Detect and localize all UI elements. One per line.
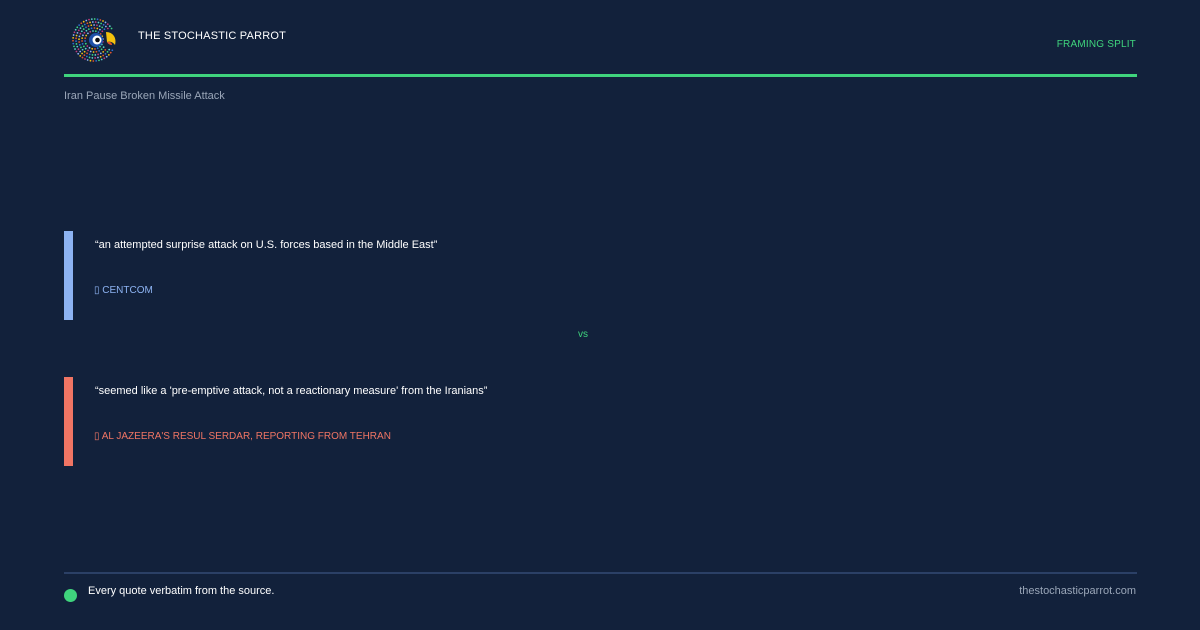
parrot-logo-icon — [70, 18, 118, 62]
quote-text: “seemed like a 'pre-emptive attack, not … — [95, 385, 488, 397]
site-url: thestochasticparrot.com — [1019, 585, 1136, 597]
framing-split-tag: FRAMING SPLIT — [1056, 39, 1136, 50]
status-dot-icon — [64, 589, 77, 602]
story-topic: Iran Pause Broken Missile Attack — [64, 90, 225, 102]
quote-text: “an attempted surprise attack on U.S. fo… — [95, 239, 438, 251]
quote-source: ▯ AL JAZEERA'S RESUL SERDAR, REPORTING F… — [94, 431, 391, 442]
quote-accent-bar — [64, 231, 73, 320]
quote-card-2: “seemed like a 'pre-emptive attack, not … — [64, 377, 1137, 466]
quote-source: ▯ CENTCOM — [94, 285, 153, 296]
brand-name: THE STOCHASTIC PARROT — [138, 30, 287, 42]
footer-note: Every quote verbatim from the source. — [88, 585, 275, 597]
versus-label: vs — [578, 329, 588, 340]
footer-divider — [64, 572, 1137, 574]
quote-accent-bar — [64, 377, 73, 466]
header-divider — [64, 74, 1137, 77]
quote-card-1: “an attempted surprise attack on U.S. fo… — [64, 231, 1137, 320]
